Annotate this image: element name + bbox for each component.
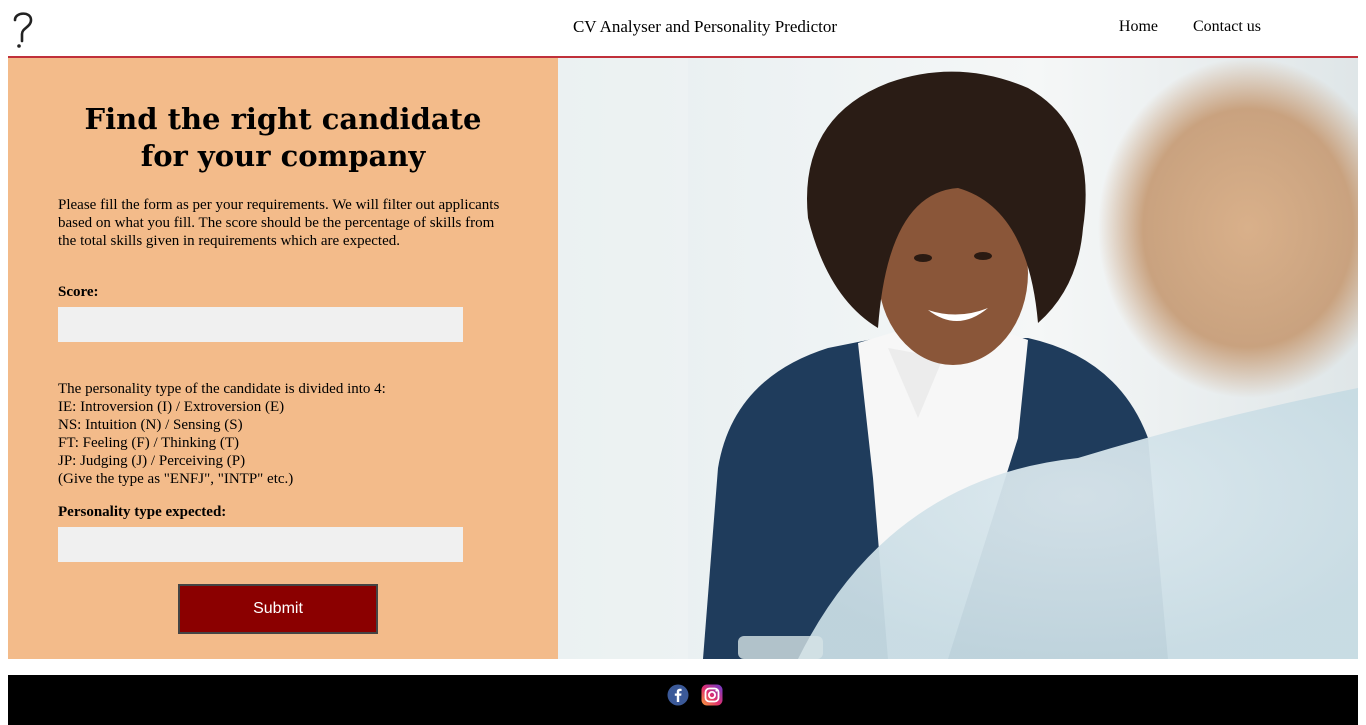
personality-info-line: JP: Judging (J) / Perceiving (P) xyxy=(58,453,246,469)
score-label: Score: xyxy=(58,284,99,300)
personality-info-line: NS: Intuition (N) / Sensing (S) xyxy=(58,417,243,433)
nav-home-link[interactable]: Home xyxy=(1119,18,1158,36)
personality-info-line: The personality type of the candidate is… xyxy=(58,381,386,397)
facebook-icon[interactable] xyxy=(667,684,689,706)
personality-info: The personality type of the candidate is… xyxy=(58,380,508,488)
personality-label: Personality type expected: xyxy=(58,504,227,520)
personality-info-line: IE: Introversion (I) / Extroversion (E) xyxy=(58,399,285,415)
personality-info-line: (Give the type as "ENFJ", "INTP" etc.) xyxy=(58,471,294,487)
form-heading: Find the right candidate for your compan… xyxy=(84,102,482,173)
nav-contact-link[interactable]: Contact us xyxy=(1193,18,1261,36)
personality-info-line: FT: Feeling (F) / Thinking (T) xyxy=(58,435,240,451)
instagram-icon[interactable] xyxy=(701,684,723,706)
site-footer xyxy=(8,675,1358,725)
site-header: CV Analyser and Personality Predictor Ho… xyxy=(0,0,1366,58)
main-nav: Home Contact us xyxy=(1119,18,1261,36)
submit-button[interactable]: Submit xyxy=(178,584,378,634)
hero-photo xyxy=(558,58,1358,659)
form-intro-text: Please fill the form as per your require… xyxy=(58,197,500,249)
requirements-form-panel: Find the right candidate for your compan… xyxy=(8,58,558,659)
score-input[interactable] xyxy=(58,307,463,342)
personality-input[interactable] xyxy=(58,527,463,562)
